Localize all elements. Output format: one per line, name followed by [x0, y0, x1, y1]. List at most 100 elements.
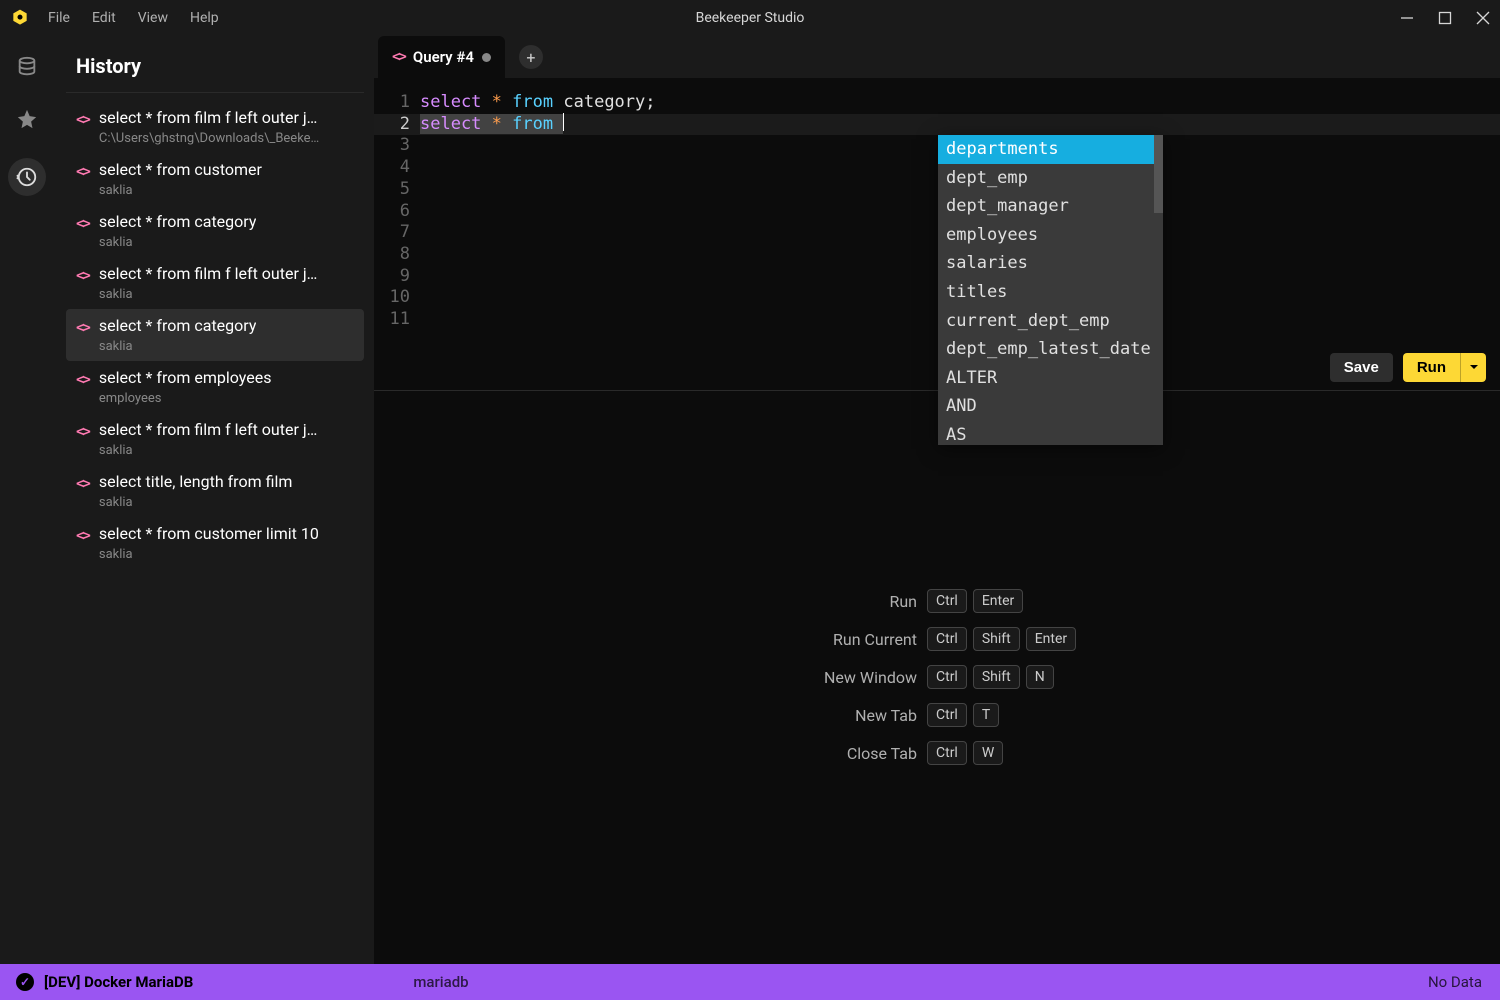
history-icon[interactable] — [8, 158, 46, 196]
shortcuts-panel: RunCtrlEnterRun CurrentCtrlShiftEnterNew… — [374, 391, 1500, 964]
history-sidebar: History <> select * from film f left oute… — [54, 36, 374, 964]
code-icon: <> — [76, 216, 89, 232]
autocomplete-item[interactable]: titles — [938, 278, 1163, 307]
database-icon[interactable] — [14, 54, 40, 80]
menu-view[interactable]: View — [138, 10, 168, 26]
title-bar: File Edit View Help Beekeeper Studio — [0, 0, 1500, 36]
app-menu: File Edit View Help — [48, 10, 219, 26]
key-badge: Ctrl — [927, 665, 967, 689]
history-sub: saklia — [99, 235, 257, 250]
caret-down-icon — [1469, 362, 1479, 372]
shortcut-row: Run CurrentCtrlShiftEnter — [737, 627, 1137, 651]
code-icon: <> — [76, 476, 89, 492]
gutter-line: 2 — [374, 114, 420, 136]
history-query: select * from film f left outer j… — [99, 108, 319, 127]
key-badge: N — [1026, 665, 1054, 689]
window-title: Beekeeper Studio — [0, 10, 1500, 26]
scrollbar-thumb[interactable] — [1154, 135, 1163, 213]
autocomplete-item[interactable]: salaries — [938, 249, 1163, 278]
history-query: select title, length from film — [99, 472, 293, 491]
history-query: select * from customer limit 10 — [99, 524, 319, 543]
code-icon: <> — [76, 424, 89, 440]
key-badge: Enter — [973, 589, 1023, 613]
dirty-indicator-icon — [482, 53, 491, 62]
shortcut-label: Close Tab — [737, 744, 917, 763]
history-query: select * from category — [99, 212, 257, 231]
code-icon: <> — [76, 528, 89, 544]
history-item[interactable]: <>select * from film f left outer j…sakl… — [66, 413, 364, 465]
divider — [66, 92, 364, 93]
history-sub: saklia — [99, 495, 293, 510]
key-badge: Ctrl — [927, 627, 967, 651]
left-rail — [0, 36, 54, 964]
history-item[interactable]: <> select * from film f left outer j… C:\U… — [66, 101, 364, 153]
result-status: No Data — [1428, 973, 1500, 991]
connection-ok-icon: ✓ — [16, 973, 34, 991]
tab-strip: <> Query #4 + — [374, 36, 1500, 78]
minimize-icon[interactable] — [1400, 11, 1414, 25]
code-icon: <> — [76, 164, 89, 180]
autocomplete-item[interactable]: current_dept_emp — [938, 307, 1163, 336]
history-sub: saklia — [99, 547, 319, 562]
autocomplete-item[interactable]: AND — [938, 392, 1163, 421]
history-query: select * from employees — [99, 368, 272, 387]
history-item[interactable]: <> select * from customer limit 10 saklia — [66, 517, 364, 569]
history-sub: saklia — [99, 183, 262, 198]
autocomplete-popup[interactable]: departmentsdept_empdept_manageremployees… — [938, 135, 1163, 445]
database-name[interactable]: mariadb — [413, 973, 468, 991]
key-badge: T — [973, 703, 999, 727]
menu-edit[interactable]: Edit — [92, 10, 116, 26]
tab-label: Query #4 — [413, 48, 474, 66]
maximize-icon[interactable] — [1438, 11, 1452, 25]
connection-name: [DEV] Docker MariaDB — [44, 973, 193, 991]
shortcut-row: New WindowCtrlShiftN — [737, 665, 1137, 689]
history-sub: saklia — [99, 287, 318, 302]
shortcut-label: Run — [737, 592, 917, 611]
history-sub: employees — [99, 391, 272, 406]
history-query: select * from film f left outer j… — [99, 264, 318, 283]
key-badge: W — [973, 741, 1003, 765]
key-badge: Ctrl — [927, 589, 967, 613]
sql-editor[interactable]: 1select * from category; 2select * from … — [374, 78, 1500, 345]
history-query: select * from category — [99, 316, 257, 335]
history-item[interactable]: <> select title, length from film saklia — [66, 465, 364, 517]
shortcut-row: New TabCtrlT — [737, 703, 1137, 727]
star-icon[interactable] — [14, 106, 40, 132]
history-item[interactable]: <> select * from category saklia — [66, 309, 364, 361]
code-icon: <> — [76, 112, 89, 128]
autocomplete-item[interactable]: dept_manager — [938, 192, 1163, 221]
new-tab-button[interactable]: + — [519, 45, 543, 69]
history-item[interactable]: <>select * from customersaklia — [66, 153, 364, 205]
menu-file[interactable]: File — [48, 10, 70, 26]
autocomplete-item[interactable]: employees — [938, 221, 1163, 250]
run-button[interactable]: Run — [1403, 353, 1460, 382]
history-item[interactable]: <> select * from category saklia — [66, 205, 364, 257]
shortcut-row: Close Tab CtrlW — [737, 741, 1137, 765]
history-sub: saklia — [99, 339, 257, 354]
autocomplete-item[interactable]: ALTER — [938, 364, 1163, 393]
code-icon: <> — [76, 268, 89, 284]
history-query: select * from film f left outer j… — [99, 420, 318, 439]
history-sub: C:\Users\ghstng\Downloads\_Beeke… — [99, 131, 319, 146]
close-icon[interactable] — [1476, 11, 1490, 25]
run-dropdown-button[interactable] — [1460, 353, 1486, 382]
app-logo-icon — [10, 8, 30, 28]
save-button[interactable]: Save — [1330, 353, 1393, 382]
key-badge: Ctrl — [927, 741, 967, 765]
history-item[interactable]: <>select * from employeesemployees — [66, 361, 364, 413]
key-badge: Ctrl — [927, 703, 967, 727]
gutter-line: 1 — [374, 92, 420, 114]
autocomplete-item[interactable]: departments — [938, 135, 1163, 164]
autocomplete-item[interactable]: dept_emp_latest_date — [938, 335, 1163, 364]
history-item[interactable]: <> select * from film f left outer j… sakl… — [66, 257, 364, 309]
code-icon: <> — [76, 320, 89, 336]
key-badge: Shift — [973, 665, 1020, 689]
tab-query[interactable]: <> Query #4 — [378, 36, 505, 78]
autocomplete-item[interactable]: AS — [938, 421, 1163, 445]
autocomplete-item[interactable]: dept_emp — [938, 164, 1163, 193]
shortcut-label: Run Current — [737, 630, 917, 649]
shortcut-row: Run CtrlEnter — [737, 589, 1137, 613]
sidebar-title: History — [76, 54, 364, 92]
key-badge: Shift — [973, 627, 1020, 651]
menu-help[interactable]: Help — [190, 10, 219, 26]
